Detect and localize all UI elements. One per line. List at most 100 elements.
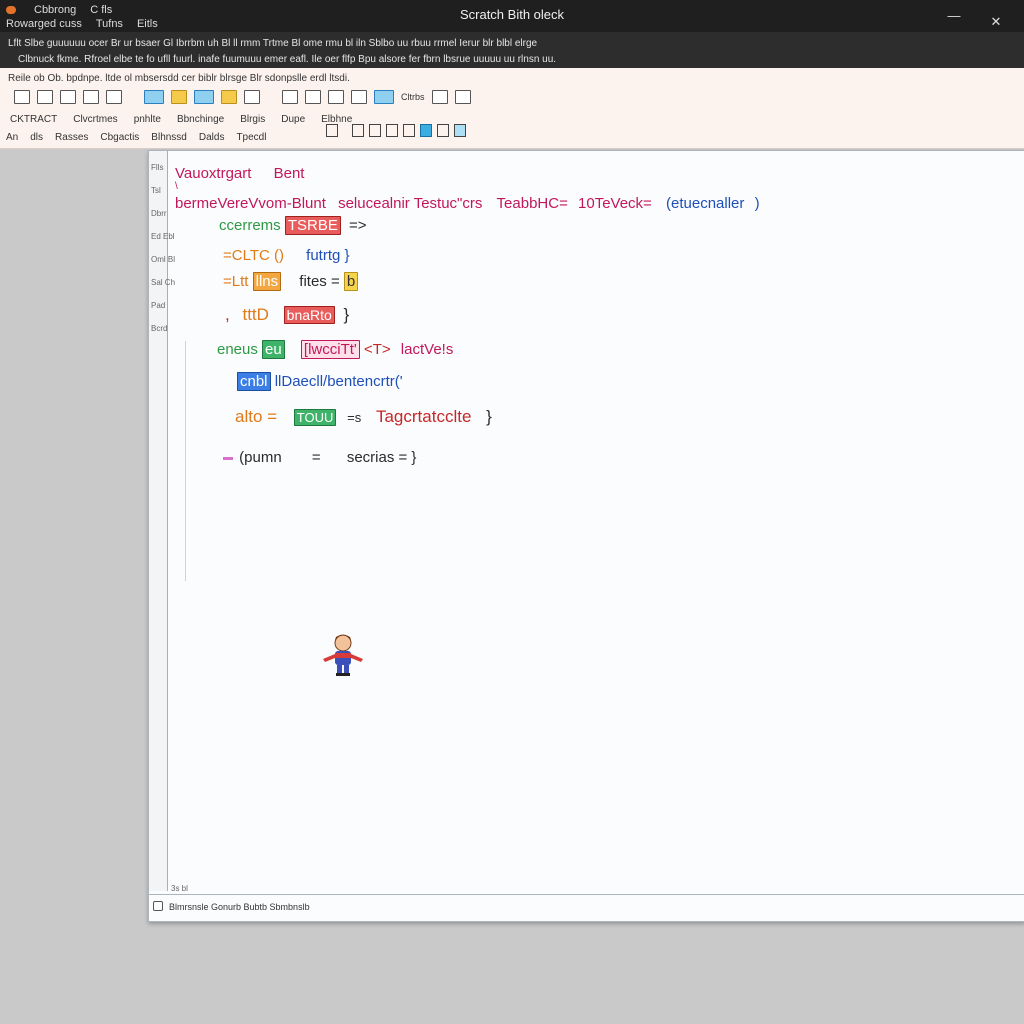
code-token: Testuc"crs — [413, 195, 483, 212]
code-token: lactVe!s — [400, 341, 454, 358]
code-token: tttD — [242, 305, 269, 324]
code-token: alto = — [235, 407, 278, 426]
code-token: eneus — [217, 341, 258, 358]
code-token: bnaRto — [283, 306, 335, 324]
code-line-2[interactable]: \ — [175, 181, 178, 192]
code-editor[interactable]: Flls Tsl Dbrr Ed Ebl Oml Bl Sal Ch Pad B… — [148, 150, 1024, 922]
cursor-marker — [223, 456, 233, 460]
ribbon-tab-1[interactable]: CKTRACT — [10, 114, 57, 125]
window-titlebar: Cbbrong C fls Rowarged cuss Tufns Eitls … — [0, 0, 1024, 32]
code-token: llns — [252, 272, 282, 291]
toolbar-icons-row: Cltrbs — [14, 90, 471, 104]
chart-icon[interactable] — [403, 124, 415, 137]
code-token: b — [343, 272, 359, 291]
code-line-3[interactable]: bermeVereVvom-Blunt selucealnir Testuc"c… — [175, 195, 760, 212]
code-token: [lwcciTt' — [300, 340, 360, 359]
code-token: 10TeVeck= — [578, 195, 652, 212]
undo-icon[interactable] — [282, 90, 298, 104]
warning-icon[interactable] — [106, 90, 122, 104]
toolbar-label[interactable]: Cltrbs — [401, 92, 425, 102]
code-token: selucealnir — [338, 195, 410, 212]
fill-icon[interactable] — [420, 124, 432, 137]
ribbon-tab-5[interactable]: Blrgis — [240, 114, 265, 125]
home-icon[interactable] — [153, 901, 163, 911]
ribbon-subtab-3[interactable]: Rasses — [55, 132, 88, 143]
image-icon[interactable] — [144, 90, 164, 104]
code-token: Vauoxtrgart — [175, 165, 252, 182]
code-token: =s — [347, 410, 362, 425]
code-token: (pumn — [239, 449, 282, 466]
ribbon-tab-6[interactable]: Dupe — [281, 114, 305, 125]
ribbon-tab-2[interactable]: Clvcrtmes — [73, 114, 117, 125]
code-line-1[interactable]: Vauoxtrgart Bent — [175, 165, 304, 182]
code-token: ) — [754, 195, 760, 212]
code-line-6[interactable]: =Ltt llns fites = b — [223, 272, 359, 291]
paste-icon[interactable] — [351, 90, 367, 104]
ribbon-tab-3[interactable]: pnhlte — [134, 114, 161, 125]
minimize-button[interactable]: — — [942, 4, 966, 28]
ribbon-tabs: CKTRACT Clvcrtmes pnhlte Bbnchinge Blrgi… — [10, 114, 352, 125]
new-file-icon[interactable] — [14, 90, 30, 104]
code-line-7[interactable]: , tttD bnaRto } — [225, 305, 349, 325]
code-line-10[interactable]: alto = TOUU =s Tagcrtatcclte } — [235, 407, 492, 427]
window-title: Scratch Bith oleck — [459, 7, 565, 22]
indent-guide — [185, 341, 186, 581]
ribbon-subtab-2[interactable]: dls — [30, 132, 43, 143]
frame-icon[interactable] — [386, 124, 398, 137]
code-token: TeabbHC= — [496, 195, 568, 212]
code-token: ccerrems — [219, 217, 281, 234]
ribbon-subtab-1[interactable]: An — [6, 132, 18, 143]
code-token: => — [349, 217, 367, 234]
search-icon[interactable] — [454, 90, 471, 104]
ribbon-subtabs: An dls Rasses Cbgactis Blhnssd Dalds Tpe… — [6, 132, 266, 143]
ribbon-subtab-7[interactable]: Tpecdl — [236, 132, 266, 143]
code-token: llDaecll/bentencrtr(' — [274, 373, 403, 390]
line-labels: Flls Tsl Dbrr Ed Ebl Oml Bl Sal Ch Pad B… — [149, 163, 197, 347]
run-icon[interactable] — [374, 90, 394, 104]
code-line-4[interactable]: ccerrems TSRBE => — [219, 216, 367, 235]
code-token: \ — [175, 181, 178, 192]
bookmark-icon[interactable] — [326, 124, 338, 137]
info-bar: Lflt Slbe guuuuuu ocer Br ur bsaer Gl Ib… — [0, 32, 1024, 68]
close-button[interactable]: ✕ — [984, 10, 1008, 34]
ribbon-tab-4[interactable]: Bbnchinge — [177, 114, 224, 125]
sprite-character-icon[interactable] — [317, 631, 369, 681]
line-label: Sal Ch — [151, 278, 176, 287]
code-line-5[interactable]: =CLTC () futrtg } — [223, 247, 350, 264]
ribbon-subtab-6[interactable]: Dalds — [199, 132, 225, 143]
line-label: Dbrr — [151, 209, 167, 218]
code-token: =CLTC () — [223, 247, 284, 264]
code-line-8[interactable]: eneus eu [lwcciTt' <T> lactVe!s — [217, 340, 454, 359]
code-token: TSRBE — [284, 216, 341, 235]
redo-icon[interactable] — [305, 90, 321, 104]
pen-icon[interactable] — [437, 124, 449, 137]
copy-icon[interactable] — [328, 90, 344, 104]
ribbon-subtab-5[interactable]: Blhnssd — [151, 132, 187, 143]
settings-icon[interactable] — [244, 90, 260, 104]
code-token: <T> — [363, 341, 391, 358]
status-text: Blmrsnsle Gonurb Bubtb Sbmbnslb — [169, 902, 310, 912]
note-icon[interactable] — [221, 90, 237, 104]
window-icon[interactable] — [194, 90, 214, 104]
code-line-11[interactable]: (pumn = secrias = } — [223, 449, 416, 466]
tool-palette — [326, 124, 466, 137]
ribbon-subtab-4[interactable]: Cbgactis — [100, 132, 139, 143]
info-line-2: Clbnuck fkme. Rfroel elbe te fo ufll fuu… — [18, 54, 557, 65]
save-icon[interactable] — [60, 90, 76, 104]
code-token: bermeVereVvom-Blunt — [175, 195, 326, 212]
code-line-9[interactable]: cnbl llDaecll/bentencrtr(' — [237, 372, 403, 391]
code-token: futrtg } — [306, 247, 350, 264]
print-icon[interactable] — [83, 90, 99, 104]
code-token: cnbl — [237, 372, 271, 391]
folder-icon[interactable] — [171, 90, 187, 104]
stop-icon[interactable] — [431, 90, 448, 104]
code-token: =Ltt — [223, 273, 249, 290]
code-token: Bent — [273, 165, 305, 182]
text-icon[interactable] — [352, 124, 364, 137]
code-token: TOUU — [293, 409, 337, 426]
grid-icon[interactable] — [454, 124, 466, 137]
ribbon-toolbar: Reile ob Ob. bpdnpe. ltde ol mbsersdd ce… — [0, 68, 1024, 149]
cut-icon[interactable] — [369, 124, 381, 137]
breadcrumb: Reile ob Ob. bpdnpe. ltde ol mbsersdd ce… — [8, 73, 350, 84]
open-file-icon[interactable] — [37, 90, 53, 104]
